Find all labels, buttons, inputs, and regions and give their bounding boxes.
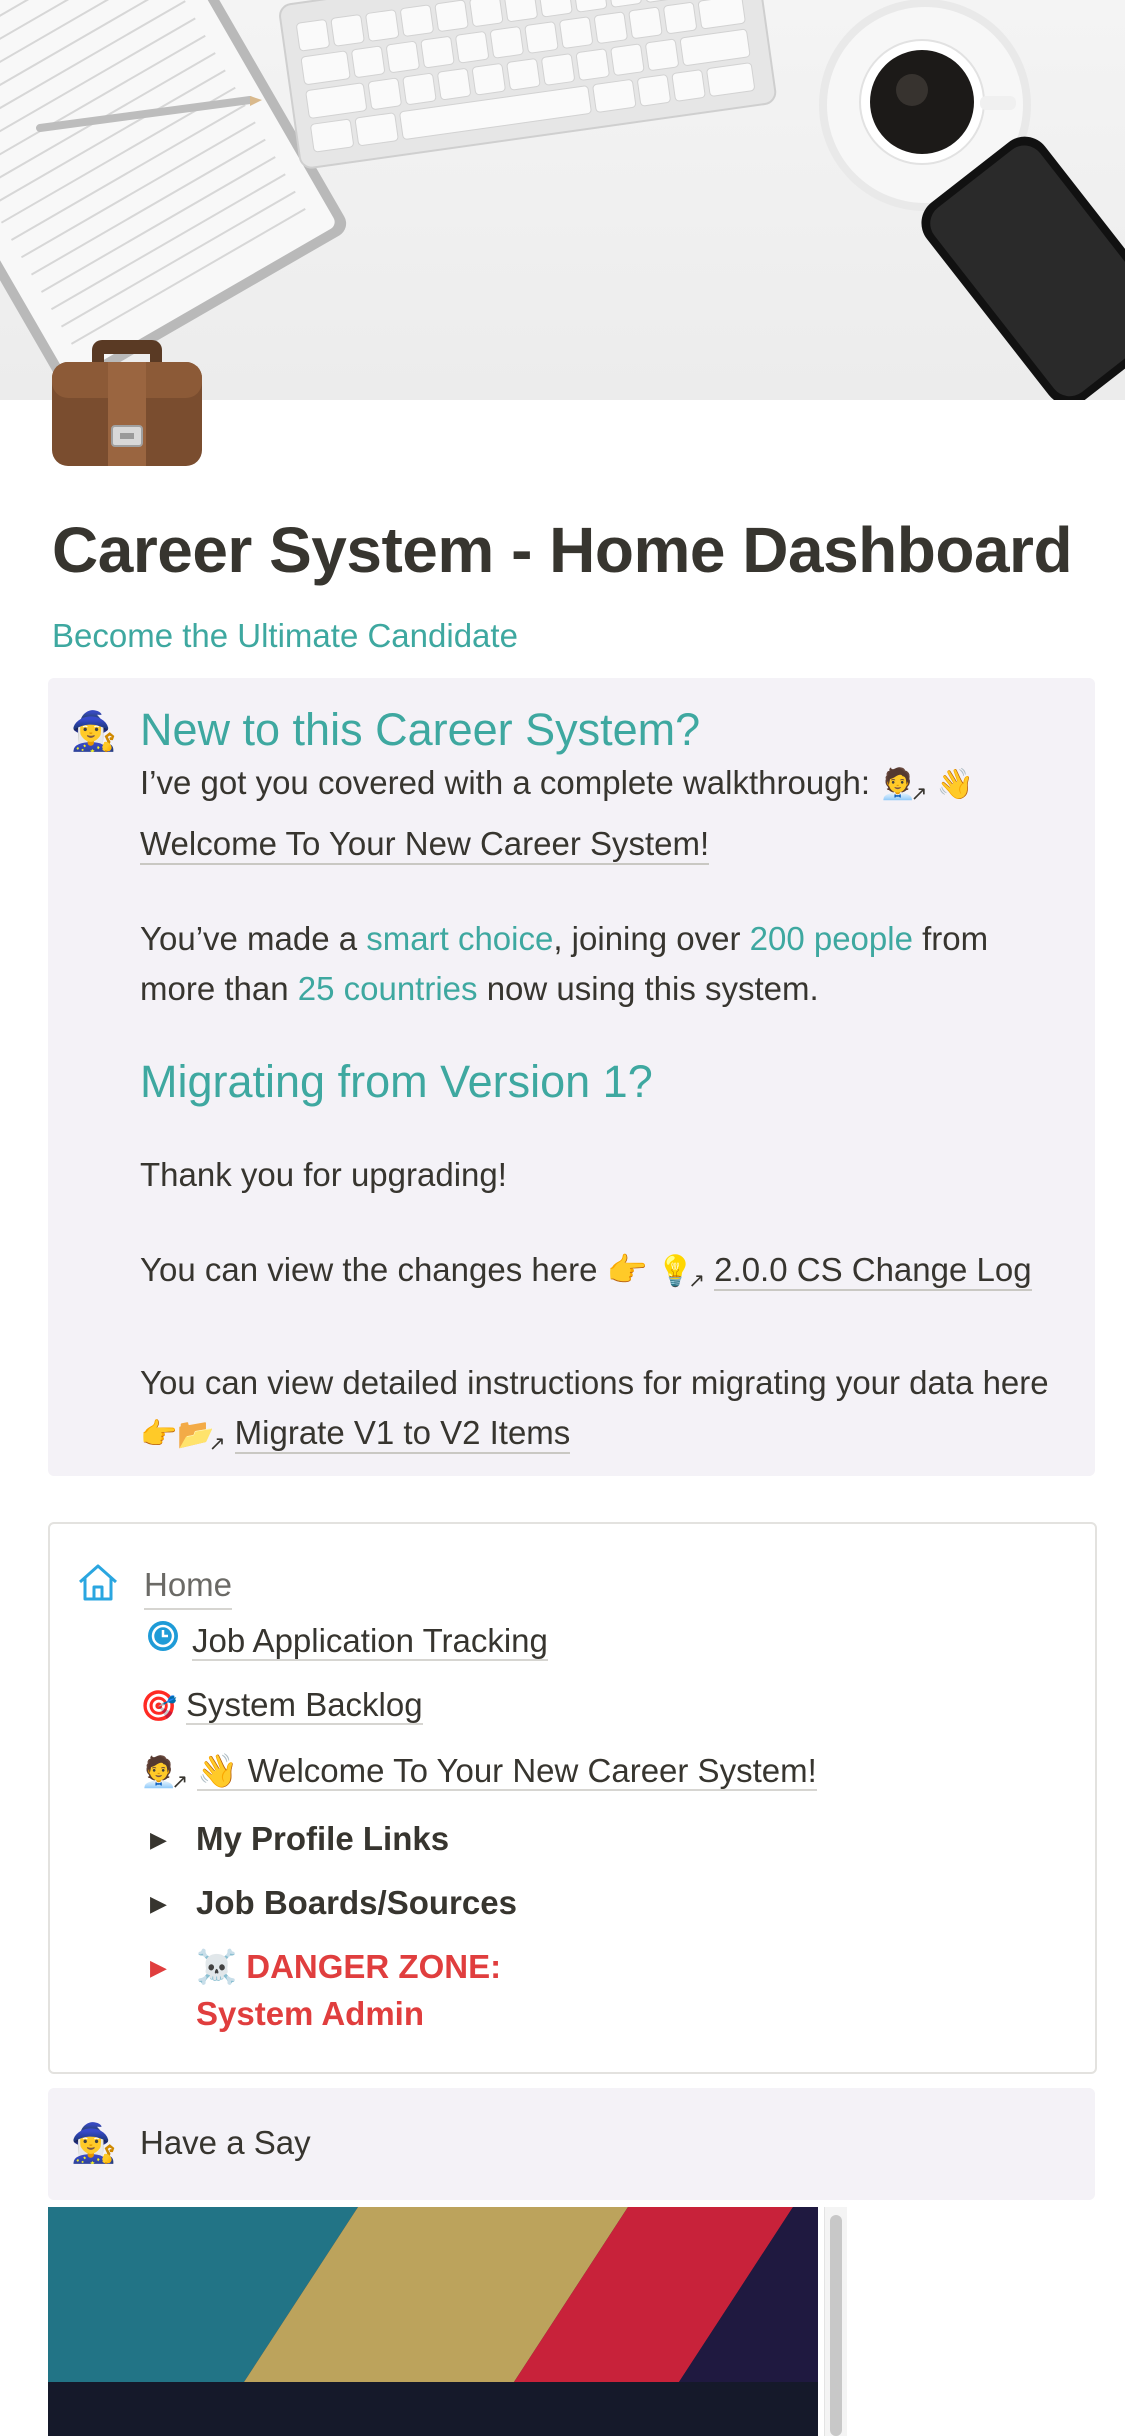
choice-mid1: , joining over bbox=[553, 920, 750, 957]
have-a-say-text: Have a Say bbox=[140, 2124, 311, 2161]
changelog-link[interactable]: 2.0.0 CS Change Log bbox=[714, 1251, 1032, 1291]
link-arrow-icon: ↗ bbox=[688, 1270, 705, 1292]
home-link[interactable]: Home bbox=[144, 1562, 233, 1610]
toggle-triangle-icon[interactable]: ▶ bbox=[150, 1945, 196, 1991]
waving-hand-icon: 👋 bbox=[197, 1752, 239, 1789]
smart-choice-text: smart choice bbox=[366, 920, 554, 957]
scrollbar-thumb[interactable] bbox=[830, 2215, 842, 2436]
clock-icon bbox=[146, 1619, 192, 1667]
toggle-label: Job Boards/Sources bbox=[196, 1884, 517, 1921]
choice-prefix: You’ve made a bbox=[140, 920, 367, 957]
nav-item-system-backlog[interactable]: 🎯 System Backlog bbox=[140, 1682, 423, 1730]
toggle-danger-zone[interactable]: ▶ ☠️ DANGER ZONE: System Admin bbox=[150, 1944, 501, 2037]
nav-item-welcome[interactable]: 🧑‍💼↗ 👋 Welcome To Your New Career System… bbox=[140, 1748, 817, 1805]
choice-paragraph: You’ve made a smart choice, joining over… bbox=[140, 914, 1055, 1014]
waving-hand-icon: 👋 bbox=[936, 768, 974, 802]
page-title: Career System - Home Dashboard bbox=[52, 514, 1073, 586]
welcome-link[interactable]: Welcome To Your New Career System! bbox=[140, 825, 710, 865]
toggle-job-boards[interactable]: ▶ Job Boards/Sources bbox=[150, 1880, 517, 1927]
people-count: 200 people bbox=[749, 920, 913, 957]
pointing-hand-icon: 👉 bbox=[140, 1418, 178, 1452]
link-arrow-icon: ↗ bbox=[171, 1771, 189, 1793]
nav-item-label: System Backlog bbox=[186, 1686, 423, 1725]
choice-suffix: now using this system. bbox=[477, 970, 819, 1007]
page-subtitle: Become the Ultimate Candidate bbox=[52, 617, 518, 654]
toggle-triangle-icon[interactable]: ▶ bbox=[150, 1881, 196, 1927]
thanks-text: Thank you for upgrading! bbox=[140, 1156, 507, 1193]
embed-scrollbar[interactable] bbox=[824, 2207, 847, 2436]
intro-callout-body: New to this Career System? I’ve got you … bbox=[140, 702, 1055, 1469]
nav-item-label: Job Application Tracking bbox=[192, 1622, 548, 1661]
target-icon: 🎯 bbox=[140, 1690, 178, 1724]
danger-label-line1: ☠️ DANGER ZONE: bbox=[196, 1948, 502, 1985]
new-heading: New to this Career System? bbox=[140, 704, 701, 755]
toggle-triangle-icon[interactable]: ▶ bbox=[150, 1817, 196, 1863]
nav-item-job-tracking[interactable]: Job Application Tracking bbox=[146, 1618, 548, 1667]
mage-icon: 🧙‍♀️ bbox=[70, 711, 118, 753]
welcome-label: Welcome To Your New Career System! bbox=[247, 1752, 817, 1789]
toggle-label: My Profile Links bbox=[196, 1820, 450, 1857]
changes-paragraph: You can view the changes here 👉 💡↗ 2.0.0… bbox=[140, 1245, 1055, 1306]
embedded-banner[interactable] bbox=[48, 2207, 818, 2436]
navigation-box: Home Job Application Tracking 🎯 System Ba… bbox=[48, 1522, 1097, 2074]
instructions-paragraph: You can view detailed instructions for m… bbox=[140, 1358, 1055, 1469]
briefcase-icon bbox=[48, 330, 206, 470]
instructions-text: You can view detailed instructions for m… bbox=[140, 1364, 1049, 1401]
migrate-heading: Migrating from Version 1? bbox=[140, 1056, 653, 1107]
home-icon bbox=[76, 1560, 120, 1604]
nav-item-label: 👋 Welcome To Your New Career System! bbox=[197, 1752, 817, 1791]
intro-callout: 🧙‍♀️ New to this Career System? I’ve got… bbox=[48, 678, 1095, 1476]
banner-graphic bbox=[48, 2207, 818, 2436]
walkthrough-paragraph: I’ve got you covered with a complete wal… bbox=[140, 758, 1055, 869]
countries-count: 25 countries bbox=[297, 970, 478, 1007]
migrate-link[interactable]: Migrate V1 to V2 Items bbox=[234, 1414, 571, 1454]
walkthrough-text: I’ve got you covered with a complete wal… bbox=[140, 764, 880, 801]
link-arrow-icon: ↗ bbox=[910, 783, 928, 805]
mage-icon: 🧙‍♀️ bbox=[70, 2123, 118, 2165]
have-a-say-callout: 🧙‍♀️ Have a Say bbox=[48, 2088, 1095, 2200]
link-arrow-icon: ↗ bbox=[208, 1433, 226, 1455]
changes-text: You can view the changes here 👉 bbox=[140, 1251, 648, 1288]
toggle-profile-links[interactable]: ▶ My Profile Links bbox=[150, 1816, 449, 1863]
danger-label-line2: System Admin bbox=[196, 1995, 425, 2032]
